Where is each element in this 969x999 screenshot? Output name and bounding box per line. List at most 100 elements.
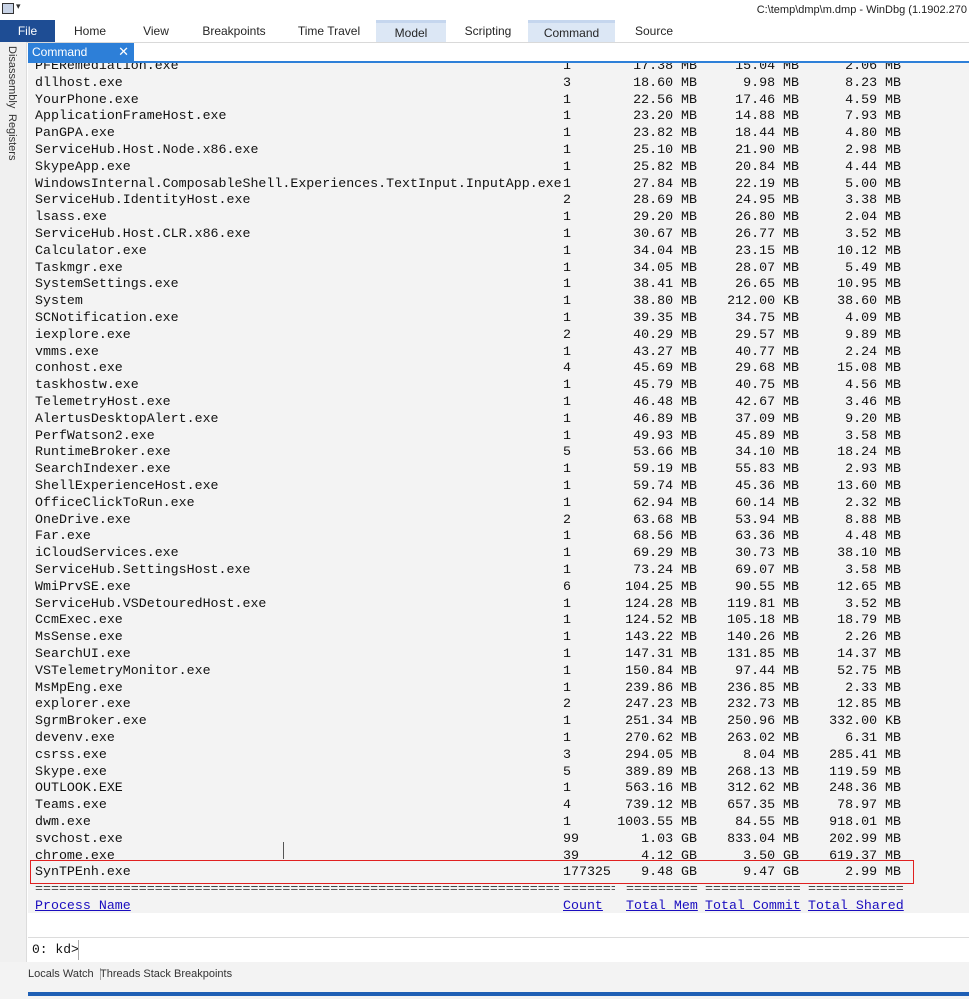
process-name-cell: MsSense.exe	[35, 629, 123, 645]
total-commit-cell: 26.80 MB	[735, 209, 799, 225]
total-shared-cell: 8.23 MB	[845, 74, 901, 90]
process-name-cell: taskhostw.exe	[35, 377, 139, 393]
table-row: VSTelemetryMonitor.exe 1 150.84 MB 97.44 MB…	[28, 663, 969, 680]
close-icon[interactable]: ✕	[118, 43, 129, 61]
total-shared-cell: 38.10 MB	[837, 545, 901, 561]
count-cell: 1	[563, 562, 571, 577]
process-name-cell: SCNotification.exe	[35, 310, 179, 325]
table-row: OneDrive.exe 2 63.68 MB 53.94 MB 8.88 MB	[28, 512, 969, 529]
count-cell: 1	[563, 494, 571, 510]
total-shared-cell: 15.08 MB	[837, 360, 901, 376]
command-output[interactable]: PFERemediation.exe 1 17.38 MB 15.04 MB 2.06 …	[28, 63, 969, 913]
process-name-cell: OUTLOOK.EXE	[35, 780, 123, 796]
panel-tab-registers[interactable]: Registers	[6, 114, 18, 160]
total-mem-cell: 104.25 MB	[625, 578, 697, 594]
tab-source[interactable]: Source	[618, 20, 690, 42]
table-row: lsass.exe 1 29.20 MB 26.80 MB 2.04 MB	[28, 209, 969, 226]
tab-model[interactable]: Model	[376, 20, 446, 42]
process-name-cell: dwm.exe	[35, 814, 91, 829]
tab-view[interactable]: View	[124, 20, 188, 42]
process-name-cell: devenv.exe	[35, 730, 115, 745]
total-shared-cell: 8.88 MB	[845, 511, 901, 527]
table-row: ServiceHub.VSDetouredHost.exe 1 124.28 MB 1…	[28, 596, 969, 613]
process-name-cell: vmms.exe	[35, 343, 99, 359]
header-total-mem-link[interactable]: Total Mem	[626, 898, 698, 913]
process-name-cell: dllhost.exe	[35, 74, 123, 90]
total-commit-cell: 232.73 MB	[727, 696, 799, 712]
header-total-shared-link[interactable]: Total Shared	[808, 898, 904, 913]
count-cell: 1	[563, 730, 571, 745]
process-name-cell: AlertusDesktopAlert.exe	[35, 410, 219, 426]
total-mem-cell: 45.79 MB	[633, 377, 697, 393]
process-name-cell: ServiceHub.IdentityHost.exe	[35, 192, 251, 208]
table-row: ServiceHub.IdentityHost.exe 2 28.69 MB 24.9…	[28, 192, 969, 209]
separator-line: ========================================…	[35, 881, 559, 897]
total-shared-cell: 18.24 MB	[837, 444, 901, 460]
process-name-cell: ApplicationFrameHost.exe	[35, 108, 227, 124]
total-shared-cell: 202.99 MB	[829, 830, 901, 846]
text-caret	[283, 842, 284, 859]
command-input[interactable]	[82, 940, 966, 962]
count-cell: 1	[563, 226, 571, 241]
count-cell: 1	[563, 276, 571, 292]
total-commit-cell: 60.14 MB	[735, 494, 799, 510]
process-name-cell: OfficeClickToRun.exe	[35, 494, 195, 510]
process-name-cell: conhost.exe	[35, 360, 123, 376]
count-cell: 2	[563, 511, 571, 527]
tab-locals-watch[interactable]: Locals Watch	[28, 968, 101, 980]
header-process-name-link[interactable]: Process Name	[35, 898, 131, 913]
total-mem-cell: 53.66 MB	[633, 444, 697, 460]
table-row: MsMpEng.exe 1 239.86 MB 236.85 MB 2.33 MB	[28, 680, 969, 697]
total-shared-cell: 119.59 MB	[829, 763, 901, 779]
total-shared-cell: 5.00 MB	[845, 175, 901, 191]
tab-command[interactable]: Command	[528, 20, 615, 42]
total-commit-cell: 212.00 KB	[727, 293, 799, 309]
command-document-tab[interactable]: Command ✕	[28, 43, 134, 61]
tab-scripting[interactable]: Scripting	[448, 20, 528, 42]
total-mem-cell: 239.86 MB	[625, 679, 697, 695]
total-mem-cell: 23.20 MB	[633, 108, 697, 124]
process-name-cell: svchost.exe	[35, 830, 123, 846]
count-cell: 2	[563, 696, 571, 712]
total-shared-cell: 38.60 MB	[837, 293, 901, 309]
total-mem-cell: 46.89 MB	[633, 410, 697, 426]
panel-tab-disassembly[interactable]: Disassembly	[6, 46, 18, 108]
total-shared-cell: 12.65 MB	[837, 578, 901, 594]
table-row: PerfWatson2.exe 1 49.93 MB 45.89 MB 3.58 MB	[28, 428, 969, 445]
table-row: Calculator.exe 1 34.04 MB 23.15 MB 10.12 MB	[28, 243, 969, 260]
quick-access-chevron-icon[interactable]: ▾	[16, 1, 21, 12]
command-input-bar: 0: kd>	[28, 937, 969, 964]
process-name-cell: ServiceHub.SettingsHost.exe	[35, 562, 251, 577]
header-total-commit-link[interactable]: Total Commit	[705, 898, 801, 913]
table-row: svchost.exe 99 1.03 GB 833.04 MB 202.99 MB	[28, 831, 969, 848]
table-row: Taskmgr.exe 1 34.05 MB 28.07 MB 5.49 MB	[28, 260, 969, 277]
count-cell: 1	[563, 595, 571, 611]
separator-line: ========================================…	[563, 881, 615, 897]
tab-threads-stack-breakpoints[interactable]: Threads Stack Breakpoints	[100, 968, 232, 980]
process-name-cell: SystemSettings.exe	[35, 276, 179, 292]
total-shared-cell: 52.75 MB	[837, 662, 901, 678]
count-cell: 1	[563, 377, 571, 393]
total-mem-cell: 59.19 MB	[633, 461, 697, 477]
total-mem-cell: 294.05 MB	[625, 746, 697, 762]
count-cell: 1	[563, 175, 571, 191]
total-commit-cell: 17.46 MB	[735, 91, 799, 107]
count-cell: 1	[563, 814, 571, 829]
count-cell: 1	[563, 125, 571, 141]
tab-breakpoints[interactable]: Breakpoints	[190, 20, 278, 42]
total-shared-cell: 2.24 MB	[845, 343, 901, 359]
table-row: Teams.exe 4 739.12 MB 657.35 MB 78.97 MB	[28, 797, 969, 814]
tab-home[interactable]: Home	[58, 20, 122, 42]
process-name-cell: Far.exe	[35, 528, 91, 544]
process-name-cell: ShellExperienceHost.exe	[35, 478, 219, 493]
tab-file[interactable]: File	[0, 20, 55, 42]
table-row: dllhost.exe 3 18.60 MB 9.98 MB 8.23 MB	[28, 75, 969, 92]
total-shared-cell: 332.00 KB	[829, 713, 901, 729]
app-icon[interactable]	[2, 3, 14, 14]
total-shared-cell: 3.52 MB	[845, 595, 901, 611]
count-cell: 1	[563, 158, 571, 174]
table-row: SystemSettings.exe 1 38.41 MB 26.65 MB 10.95…	[28, 276, 969, 293]
total-commit-cell: 53.94 MB	[735, 511, 799, 527]
header-count-link[interactable]: Count	[563, 898, 603, 913]
tab-time-travel[interactable]: Time Travel	[282, 20, 376, 42]
